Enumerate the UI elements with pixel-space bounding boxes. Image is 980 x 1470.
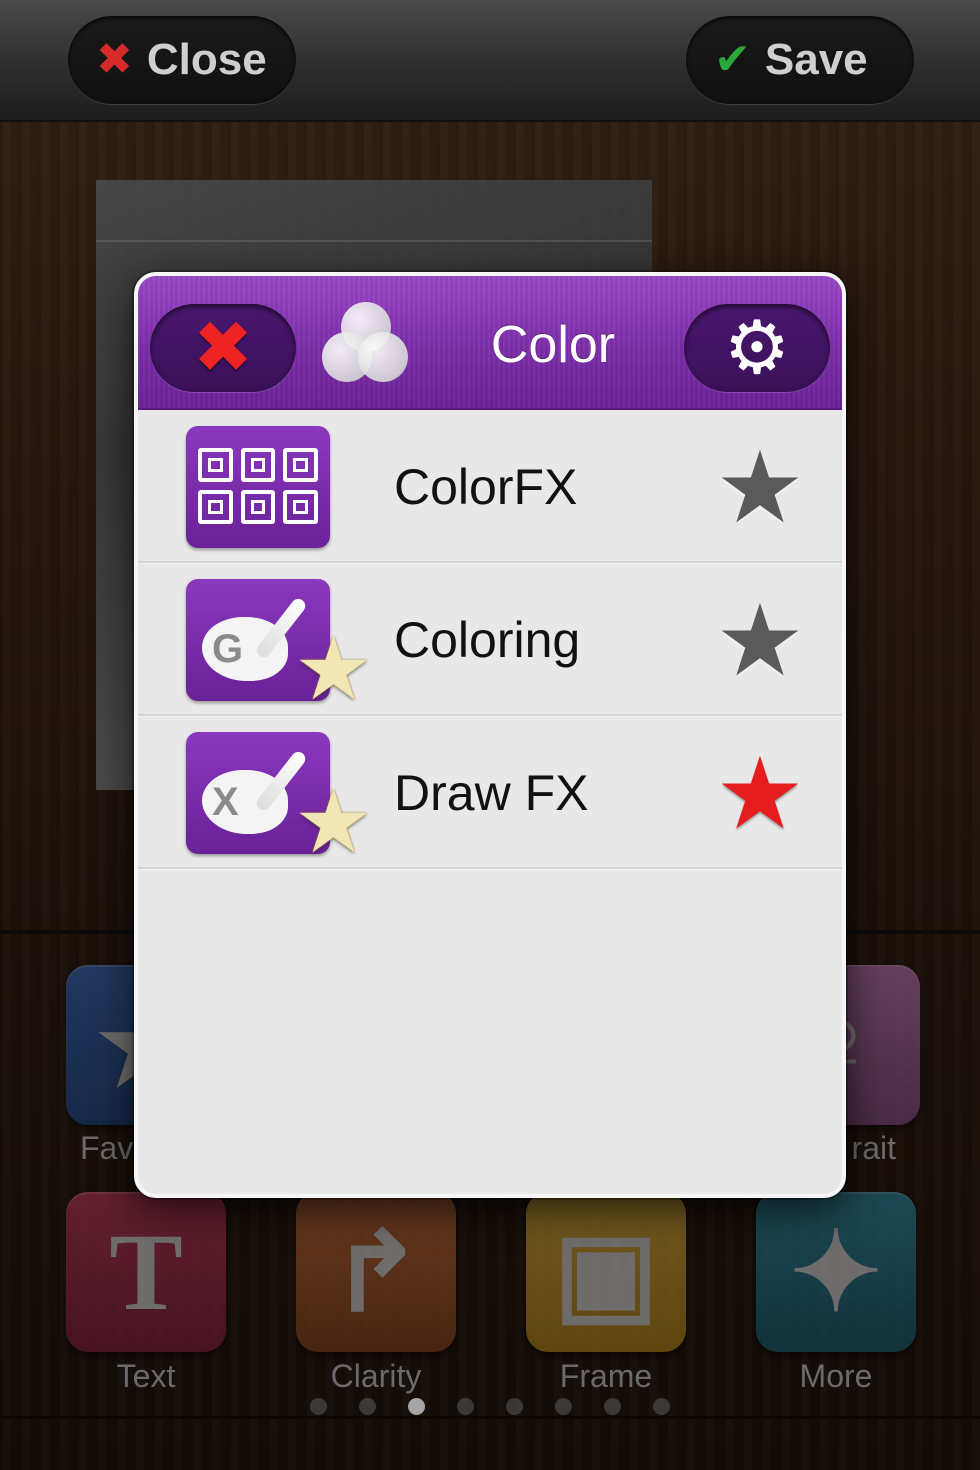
popup-close-button[interactable]: ✖ [150, 304, 296, 392]
close-button[interactable]: ✖ Close [68, 16, 296, 104]
list-item-coloring[interactable]: G ★ Coloring ★ [138, 563, 842, 716]
x-icon: ✖ [96, 35, 133, 84]
save-button[interactable]: ✔ Save [686, 16, 914, 104]
favorite-star-icon[interactable]: ★ [710, 591, 810, 691]
drawfx-palette-icon: X ★ [186, 732, 373, 866]
effects-list: ColorFX ★ G ★ Coloring ★ X ★ Draw FX ★ [138, 410, 842, 869]
colorfx-grid-icon [186, 426, 330, 548]
list-item-label: ColorFX [394, 459, 578, 515]
new-star-icon: ★ [294, 772, 373, 871]
color-circles-icon [322, 302, 410, 388]
top-toolbar: ✖ Close ✔ Save [0, 0, 980, 122]
new-star-icon: ★ [294, 619, 373, 718]
checkmark-icon: ✔ [714, 35, 751, 84]
list-item-label: Draw FX [394, 765, 589, 821]
list-item-label: Coloring [394, 612, 581, 668]
color-popup: ✖ Color ⚙ ColorFX ★ G ★ Coloring ★ X ★ D… [134, 272, 846, 1198]
close-icon: ✖ [192, 308, 254, 388]
list-item-colorfx[interactable]: ColorFX ★ [138, 410, 842, 563]
close-button-label: Close [146, 35, 267, 84]
popup-title: Color [490, 316, 616, 374]
favorite-star-icon-active[interactable]: ★ [710, 744, 810, 844]
list-item-drawfx[interactable]: X ★ Draw FX ★ [138, 716, 842, 869]
popup-settings-button[interactable]: ⚙ [684, 304, 830, 392]
favorite-star-icon[interactable]: ★ [710, 438, 810, 538]
coloring-palette-icon: G ★ [186, 579, 373, 713]
gear-icon: ⚙ [723, 306, 791, 389]
popup-header: ✖ Color ⚙ [138, 276, 842, 410]
save-button-label: Save [764, 35, 868, 84]
